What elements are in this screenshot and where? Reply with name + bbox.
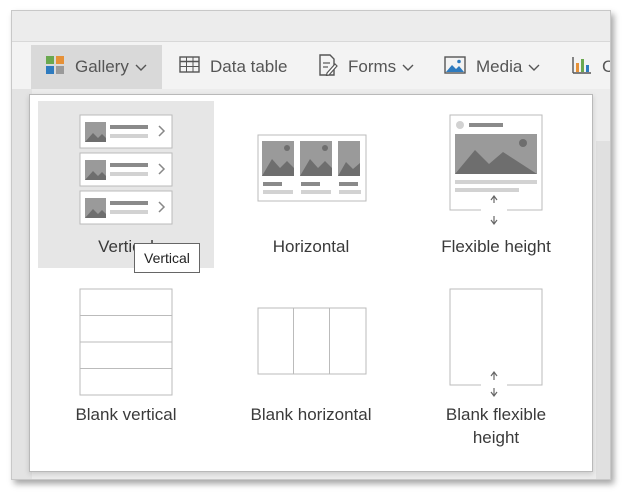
insert-toolbar: Gallery Data table Forms Media: [12, 41, 610, 89]
blank-flexible-height-gallery-icon: [449, 288, 543, 403]
gallery-option-blank-vertical[interactable]: Blank vertical: [38, 283, 214, 458]
forms-icon: [318, 53, 338, 81]
image-icon: [444, 55, 466, 79]
table-icon: [179, 56, 200, 78]
blank-horizontal-gallery-icon: [257, 307, 367, 382]
chart-icon: [572, 56, 592, 79]
gallery-option-flexible-height-label: Flexible height: [441, 237, 551, 256]
toolbar-gallery-label: Gallery: [75, 57, 129, 76]
vertical-gallery-icon: [79, 114, 173, 231]
gallery-option-blank-flexible-height-label: Blank flexible height: [445, 405, 547, 447]
gallery-option-blank-flexible-height[interactable]: Blank flexible height: [408, 283, 584, 458]
gallery-dropdown-panel: Vertical Horizontal Flexible height Blan…: [29, 94, 593, 472]
toolbar-charts-label: C: [602, 57, 610, 77]
toolbar-charts-button[interactable]: C: [572, 45, 610, 89]
canvas-background-right: [596, 141, 610, 479]
toolbar-media-button[interactable]: Media: [444, 45, 540, 89]
tooltip: Vertical: [134, 243, 200, 273]
gallery-option-blank-vertical-label: Blank vertical: [75, 405, 177, 424]
gallery-option-horizontal[interactable]: Horizontal: [223, 101, 399, 268]
toolbar-data-table-button[interactable]: Data table: [179, 45, 288, 89]
chevron-down-icon: [402, 57, 414, 77]
gallery-option-blank-horizontal[interactable]: Blank horizontal: [223, 283, 399, 458]
chevron-down-icon: [135, 57, 147, 77]
toolbar-forms-label: Forms: [348, 57, 397, 76]
toolbar-data-table-label: Data table: [210, 57, 288, 76]
chevron-down-icon: [528, 57, 540, 77]
horizontal-gallery-icon: [257, 134, 367, 209]
gallery-option-flexible-height[interactable]: Flexible height: [408, 101, 584, 268]
blank-vertical-gallery-icon: [79, 288, 173, 403]
gallery-option-blank-horizontal-label: Blank horizontal: [250, 405, 372, 424]
gallery-option-horizontal-label: Horizontal: [272, 237, 350, 256]
flexible-height-gallery-icon: [449, 114, 543, 234]
toolbar-gallery-button[interactable]: Gallery: [31, 45, 162, 89]
gallery-icon: [45, 55, 65, 80]
toolbar-forms-button[interactable]: Forms: [318, 45, 414, 89]
toolbar-media-label: Media: [476, 57, 523, 76]
